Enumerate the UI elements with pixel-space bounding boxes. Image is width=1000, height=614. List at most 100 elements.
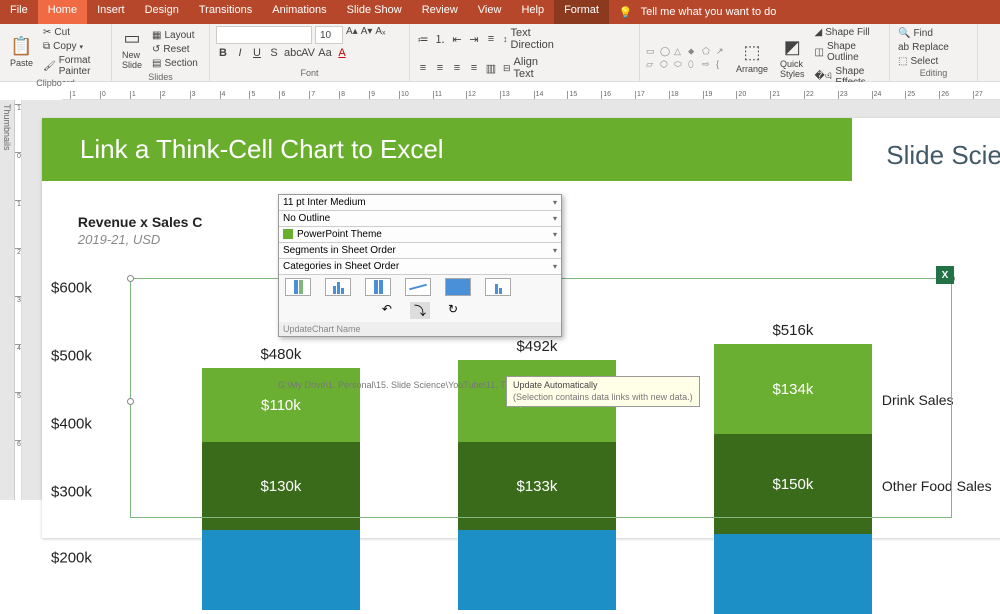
justify-button[interactable]: ≡ xyxy=(467,62,481,74)
group-slides: ▭New Slide ▦Layout ↺Reset ▤Section Slide… xyxy=(112,24,210,81)
arrange-button[interactable]: ⬚Arrange xyxy=(732,40,772,76)
tab-slideshow[interactable]: Slide Show xyxy=(337,0,412,24)
undo-button[interactable]: ↶ xyxy=(382,302,392,319)
tab-file[interactable]: File xyxy=(0,0,38,24)
chart-name-field[interactable]: UpdateChart Name xyxy=(279,322,561,336)
shadow-button[interactable]: abc xyxy=(284,47,298,59)
tab-insert[interactable]: Insert xyxy=(87,0,135,24)
clear-format-icon[interactable]: Aₓ xyxy=(375,26,385,44)
line-spacing-button[interactable]: ≡ xyxy=(484,33,498,45)
format-painter-button[interactable]: 🖌Format Painter xyxy=(41,54,105,78)
copy-button[interactable]: ⧉Copy▾ xyxy=(41,40,105,53)
replace-icon: ab xyxy=(898,42,909,53)
brand-text: Slide Scie xyxy=(886,140,1000,171)
combo-chart-icon[interactable] xyxy=(485,278,511,296)
shrink-font-icon[interactable]: A▾ xyxy=(361,26,373,44)
vertical-ruler: 10123456 xyxy=(15,100,22,500)
ribbon: 📋Paste ✂Cut ⧉Copy▾ 🖌Format Painter Clipb… xyxy=(0,24,1000,82)
thinkcell-toolbar[interactable]: 11 pt Inter Medium▾ No Outline▾ PowerPoi… xyxy=(278,194,562,337)
bullets-button[interactable]: ≔ xyxy=(416,33,430,46)
outline-icon: ◫ xyxy=(815,47,824,58)
bar100-icon[interactable] xyxy=(365,278,391,296)
numbering-button[interactable]: ⒈ xyxy=(433,31,447,47)
paste-button[interactable]: 📋Paste xyxy=(6,34,37,70)
reset-button[interactable]: ↺Reset xyxy=(150,43,200,56)
case-button[interactable]: Aa xyxy=(318,47,332,59)
scissors-icon: ✂ xyxy=(43,27,51,38)
chevron-down-icon: ▾ xyxy=(553,230,557,239)
resize-handle[interactable] xyxy=(127,275,134,282)
spacing-button[interactable]: AV xyxy=(301,47,315,59)
align-right-button[interactable]: ≡ xyxy=(450,62,464,74)
replace-button[interactable]: abReplace xyxy=(896,41,951,54)
tab-home[interactable]: Home xyxy=(38,0,87,24)
font-size-select[interactable]: 10 xyxy=(315,26,343,44)
tell-me-search[interactable]: 💡Tell me what you want to do xyxy=(619,0,776,24)
chevron-down-icon: ▾ xyxy=(553,246,557,255)
columns-button[interactable]: ▥ xyxy=(484,62,498,75)
find-button[interactable]: 🔍Find xyxy=(896,27,951,40)
brush-icon: 🖌 xyxy=(43,61,56,72)
excel-link-icon[interactable]: X xyxy=(936,266,954,284)
bulb-icon: 💡 xyxy=(619,6,633,19)
segments-dropdown[interactable]: Segments in Sheet Order▾ xyxy=(279,243,561,259)
segment-base[interactable] xyxy=(714,534,872,614)
align-left-button[interactable]: ≡ xyxy=(416,62,430,74)
new-slide-button[interactable]: ▭New Slide xyxy=(118,26,146,72)
chevron-down-icon: ▾ xyxy=(553,214,557,223)
tab-view[interactable]: View xyxy=(468,0,512,24)
clustered-bar-icon[interactable] xyxy=(325,278,351,296)
font-family-select[interactable] xyxy=(216,26,312,44)
strike-button[interactable]: S xyxy=(267,47,281,59)
horizontal-ruler: 1012345678910111213141516171819202122232… xyxy=(62,82,1000,100)
area-chart-icon[interactable] xyxy=(445,278,471,296)
outline-dropdown[interactable]: No Outline▾ xyxy=(279,211,561,227)
chart-subtitle: 2019-21, USD xyxy=(78,232,160,247)
tab-review[interactable]: Review xyxy=(412,0,468,24)
tab-transitions[interactable]: Transitions xyxy=(189,0,262,24)
tooltip: Update Automatically (Selection contains… xyxy=(506,376,700,407)
update-actions: ↶ ⤵ ↻ xyxy=(279,299,561,322)
redo-button[interactable]: ↻ xyxy=(448,302,458,319)
tab-animations[interactable]: Animations xyxy=(262,0,336,24)
styles-icon: ◩ xyxy=(784,37,801,58)
group-label: Editing xyxy=(896,68,971,79)
group-font: 10 A▴ A▾ Aₓ B I U S abc AV Aa A Font xyxy=(210,24,410,81)
categories-dropdown[interactable]: Categories in Sheet Order▾ xyxy=(279,259,561,275)
shape-fill-button[interactable]: ◢Shape Fill xyxy=(813,26,883,39)
italic-button[interactable]: I xyxy=(233,47,247,59)
select-button[interactable]: ⬚Select xyxy=(896,55,951,68)
cut-button[interactable]: ✂Cut xyxy=(41,26,105,39)
align-text-button[interactable]: ⊟ Align Text xyxy=(501,55,515,81)
tab-format[interactable]: Format xyxy=(554,0,609,24)
grow-font-icon[interactable]: A▴ xyxy=(346,26,358,44)
copy-icon: ⧉ xyxy=(43,41,50,52)
underline-button[interactable]: U xyxy=(250,47,264,59)
quick-styles-button[interactable]: ◩Quick Styles xyxy=(776,35,809,81)
line-chart-icon[interactable] xyxy=(405,278,431,296)
decrease-indent-button[interactable]: ⇤ xyxy=(450,33,464,46)
tab-design[interactable]: Design xyxy=(135,0,189,24)
stackedqbar-icon[interactable] xyxy=(285,278,311,296)
text-direction-button[interactable]: ↕ Text Direction xyxy=(501,26,515,52)
shapes-gallery[interactable]: ▭◯△⬥⬠↗ ▱⬡⬭⬯⇨{ xyxy=(646,46,728,70)
color-swatch xyxy=(283,229,293,239)
layout-button[interactable]: ▦Layout xyxy=(150,29,200,42)
slide-title[interactable]: Link a Think-Cell Chart to Excel xyxy=(42,118,852,181)
chevron-down-icon: ▾ xyxy=(553,262,557,271)
tab-help[interactable]: Help xyxy=(511,0,554,24)
update-auto-button[interactable]: ⤵ xyxy=(410,302,430,319)
section-button[interactable]: ▤Section xyxy=(150,57,200,70)
font-color-button[interactable]: A xyxy=(335,47,349,59)
segment-base[interactable] xyxy=(458,530,616,610)
bold-button[interactable]: B xyxy=(216,47,230,59)
font-dropdown[interactable]: 11 pt Inter Medium▾ xyxy=(279,195,561,211)
thumbnails-panel[interactable]: Thumbnails xyxy=(0,100,15,500)
segment-base[interactable] xyxy=(202,530,360,610)
resize-handle[interactable] xyxy=(127,398,134,405)
increase-indent-button[interactable]: ⇥ xyxy=(467,33,481,46)
group-editing: 🔍Find abReplace ⬚Select Editing xyxy=(890,24,978,81)
align-center-button[interactable]: ≡ xyxy=(433,62,447,74)
shape-outline-button[interactable]: ◫Shape Outline xyxy=(813,40,883,64)
theme-dropdown[interactable]: PowerPoint Theme▾ xyxy=(279,227,561,243)
